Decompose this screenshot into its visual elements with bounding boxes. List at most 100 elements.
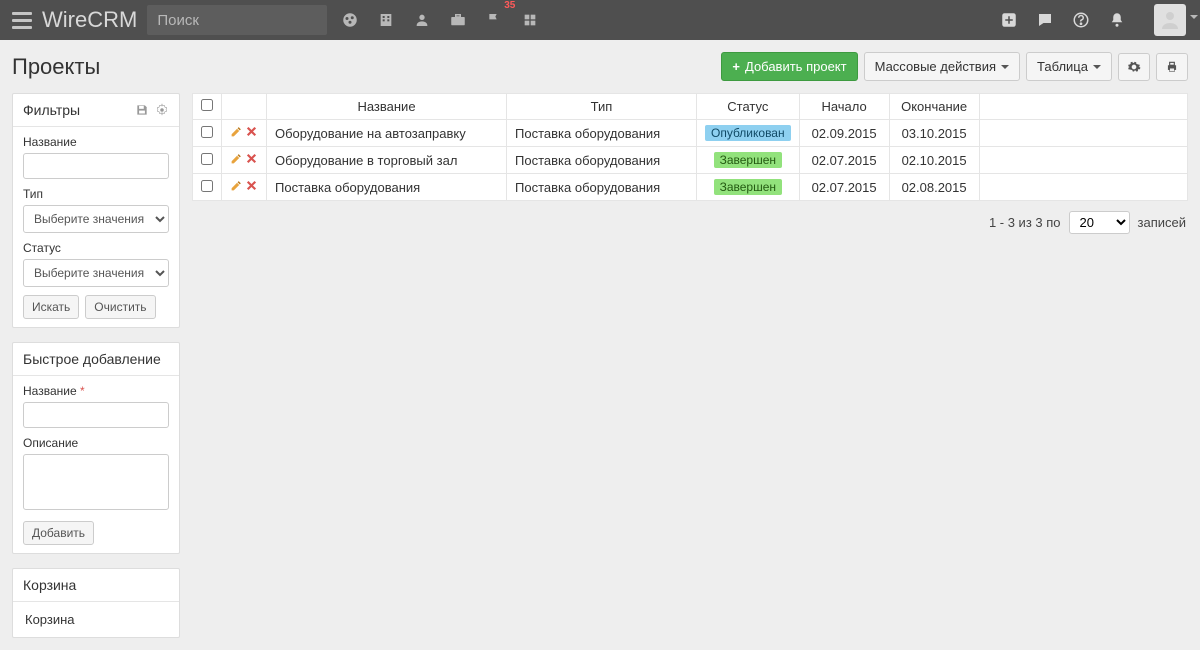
cell-type: Поставка оборудования	[507, 174, 697, 201]
search-input-wrap[interactable]	[147, 5, 327, 35]
projects-table: Название Тип Статус Начало Окончание Обо…	[192, 93, 1188, 201]
pager-summary: 1 - 3 из 3 по	[989, 215, 1061, 230]
chevron-down-icon	[1001, 65, 1009, 73]
edit-icon[interactable]	[230, 179, 243, 192]
quickadd-name-label: Название *	[23, 384, 169, 398]
page-size-select[interactable]: 20	[1069, 211, 1130, 234]
settings-button[interactable]	[1118, 53, 1150, 81]
chat-icon[interactable]	[1036, 11, 1054, 29]
help-icon[interactable]	[1072, 11, 1090, 29]
view-mode-label: Таблица	[1037, 59, 1088, 74]
cell-end: 02.08.2015	[889, 174, 979, 201]
search-input[interactable]	[157, 12, 317, 29]
gear-icon	[1127, 60, 1141, 74]
row-checkbox[interactable]	[201, 180, 213, 192]
select-all-checkbox[interactable]	[201, 99, 213, 111]
quickadd-title: Быстрое добавление	[23, 351, 161, 367]
col-start[interactable]: Начало	[799, 94, 889, 120]
filter-name-input[interactable]	[23, 153, 169, 179]
page-actions: + Добавить проект Массовые действия Табл…	[721, 52, 1188, 81]
chevron-down-icon	[1190, 15, 1198, 23]
delete-icon[interactable]	[245, 152, 258, 165]
trash-panel: Корзина Корзина	[12, 568, 180, 638]
col-actions	[222, 94, 267, 120]
pager-suffix: записей	[1138, 215, 1186, 230]
apps-grid-icon[interactable]	[521, 11, 539, 29]
flag-count-badge: 35	[504, 0, 515, 11]
bulk-actions-label: Массовые действия	[875, 59, 996, 74]
cell-status: Опубликован	[697, 120, 800, 147]
quickadd-desc-textarea[interactable]	[23, 454, 169, 510]
brand-logo: WireCRM	[42, 7, 137, 33]
save-icon[interactable]	[135, 103, 149, 117]
filters-title: Фильтры	[23, 102, 80, 118]
delete-icon[interactable]	[245, 179, 258, 192]
flag-icon[interactable]: 35	[485, 11, 503, 29]
col-status[interactable]: Статус	[697, 94, 800, 120]
filter-type-select[interactable]: Выберите значения	[23, 205, 169, 233]
quickadd-name-input[interactable]	[23, 402, 169, 428]
user-avatar[interactable]	[1154, 4, 1186, 36]
quickadd-submit-button[interactable]: Добавить	[23, 521, 94, 545]
left-sidebar: Фильтры Название Тип Выберите значения С…	[12, 93, 180, 638]
edit-icon[interactable]	[230, 152, 243, 165]
view-mode-dropdown[interactable]: Таблица	[1026, 52, 1112, 81]
status-badge: Завершен	[714, 152, 782, 168]
briefcase-icon[interactable]	[449, 11, 467, 29]
filter-status-select[interactable]: Выберите значения	[23, 259, 169, 287]
cell-type: Поставка оборудования	[507, 147, 697, 174]
quickadd-desc-label: Описание	[23, 436, 169, 450]
trash-link[interactable]: Корзина	[13, 602, 179, 637]
plus-icon: +	[732, 59, 740, 74]
main-area: Название Тип Статус Начало Окончание Обо…	[192, 93, 1188, 638]
cell-status: Завершен	[697, 147, 800, 174]
cell-name[interactable]: Оборудование на автозаправку	[267, 120, 507, 147]
row-checkbox[interactable]	[201, 126, 213, 138]
add-project-button[interactable]: + Добавить проект	[721, 52, 857, 81]
cell-spacer	[979, 174, 1187, 201]
trash-title: Корзина	[23, 577, 76, 593]
filter-name-label: Название	[23, 135, 169, 149]
col-name[interactable]: Название	[267, 94, 507, 120]
edit-icon[interactable]	[230, 125, 243, 138]
page-title: Проекты	[12, 54, 100, 80]
add-icon[interactable]	[1000, 11, 1018, 29]
cell-end: 02.10.2015	[889, 147, 979, 174]
person-icon[interactable]	[413, 11, 431, 29]
table-row: Поставка оборудованияПоставка оборудован…	[193, 174, 1188, 201]
gear-icon[interactable]	[155, 103, 169, 117]
status-badge: Опубликован	[705, 125, 791, 141]
col-spacer	[979, 94, 1187, 120]
building-icon[interactable]	[377, 11, 395, 29]
cell-name[interactable]: Оборудование в торговый зал	[267, 147, 507, 174]
filter-type-label: Тип	[23, 187, 169, 201]
col-end[interactable]: Окончание	[889, 94, 979, 120]
delete-icon[interactable]	[245, 125, 258, 138]
add-project-label: Добавить проект	[745, 59, 847, 74]
top-nav-left: 35	[341, 11, 539, 29]
pager: 1 - 3 из 3 по 20 записей	[192, 201, 1188, 244]
filter-clear-button[interactable]: Очистить	[85, 295, 155, 319]
filter-search-button[interactable]: Искать	[23, 295, 79, 319]
row-checkbox[interactable]	[201, 153, 213, 165]
cell-spacer	[979, 147, 1187, 174]
dashboard-icon[interactable]	[341, 11, 359, 29]
print-button[interactable]	[1156, 53, 1188, 81]
cell-end: 03.10.2015	[889, 120, 979, 147]
top-bar: WireCRM 35	[0, 0, 1200, 40]
content-area: Фильтры Название Тип Выберите значения С…	[0, 93, 1200, 650]
required-star: *	[80, 384, 85, 398]
hamburger-menu-icon[interactable]	[8, 6, 36, 34]
col-type[interactable]: Тип	[507, 94, 697, 120]
cell-name[interactable]: Поставка оборудования	[267, 174, 507, 201]
col-checkbox	[193, 94, 222, 120]
bulk-actions-dropdown[interactable]: Массовые действия	[864, 52, 1020, 81]
cell-start: 02.07.2015	[799, 147, 889, 174]
filter-status-label: Статус	[23, 241, 169, 255]
print-icon	[1165, 60, 1179, 74]
cell-start: 02.07.2015	[799, 174, 889, 201]
bell-icon[interactable]	[1108, 11, 1126, 29]
top-nav-right	[1000, 4, 1186, 36]
quickadd-panel: Быстрое добавление Название * Описание Д…	[12, 342, 180, 554]
cell-type: Поставка оборудования	[507, 120, 697, 147]
